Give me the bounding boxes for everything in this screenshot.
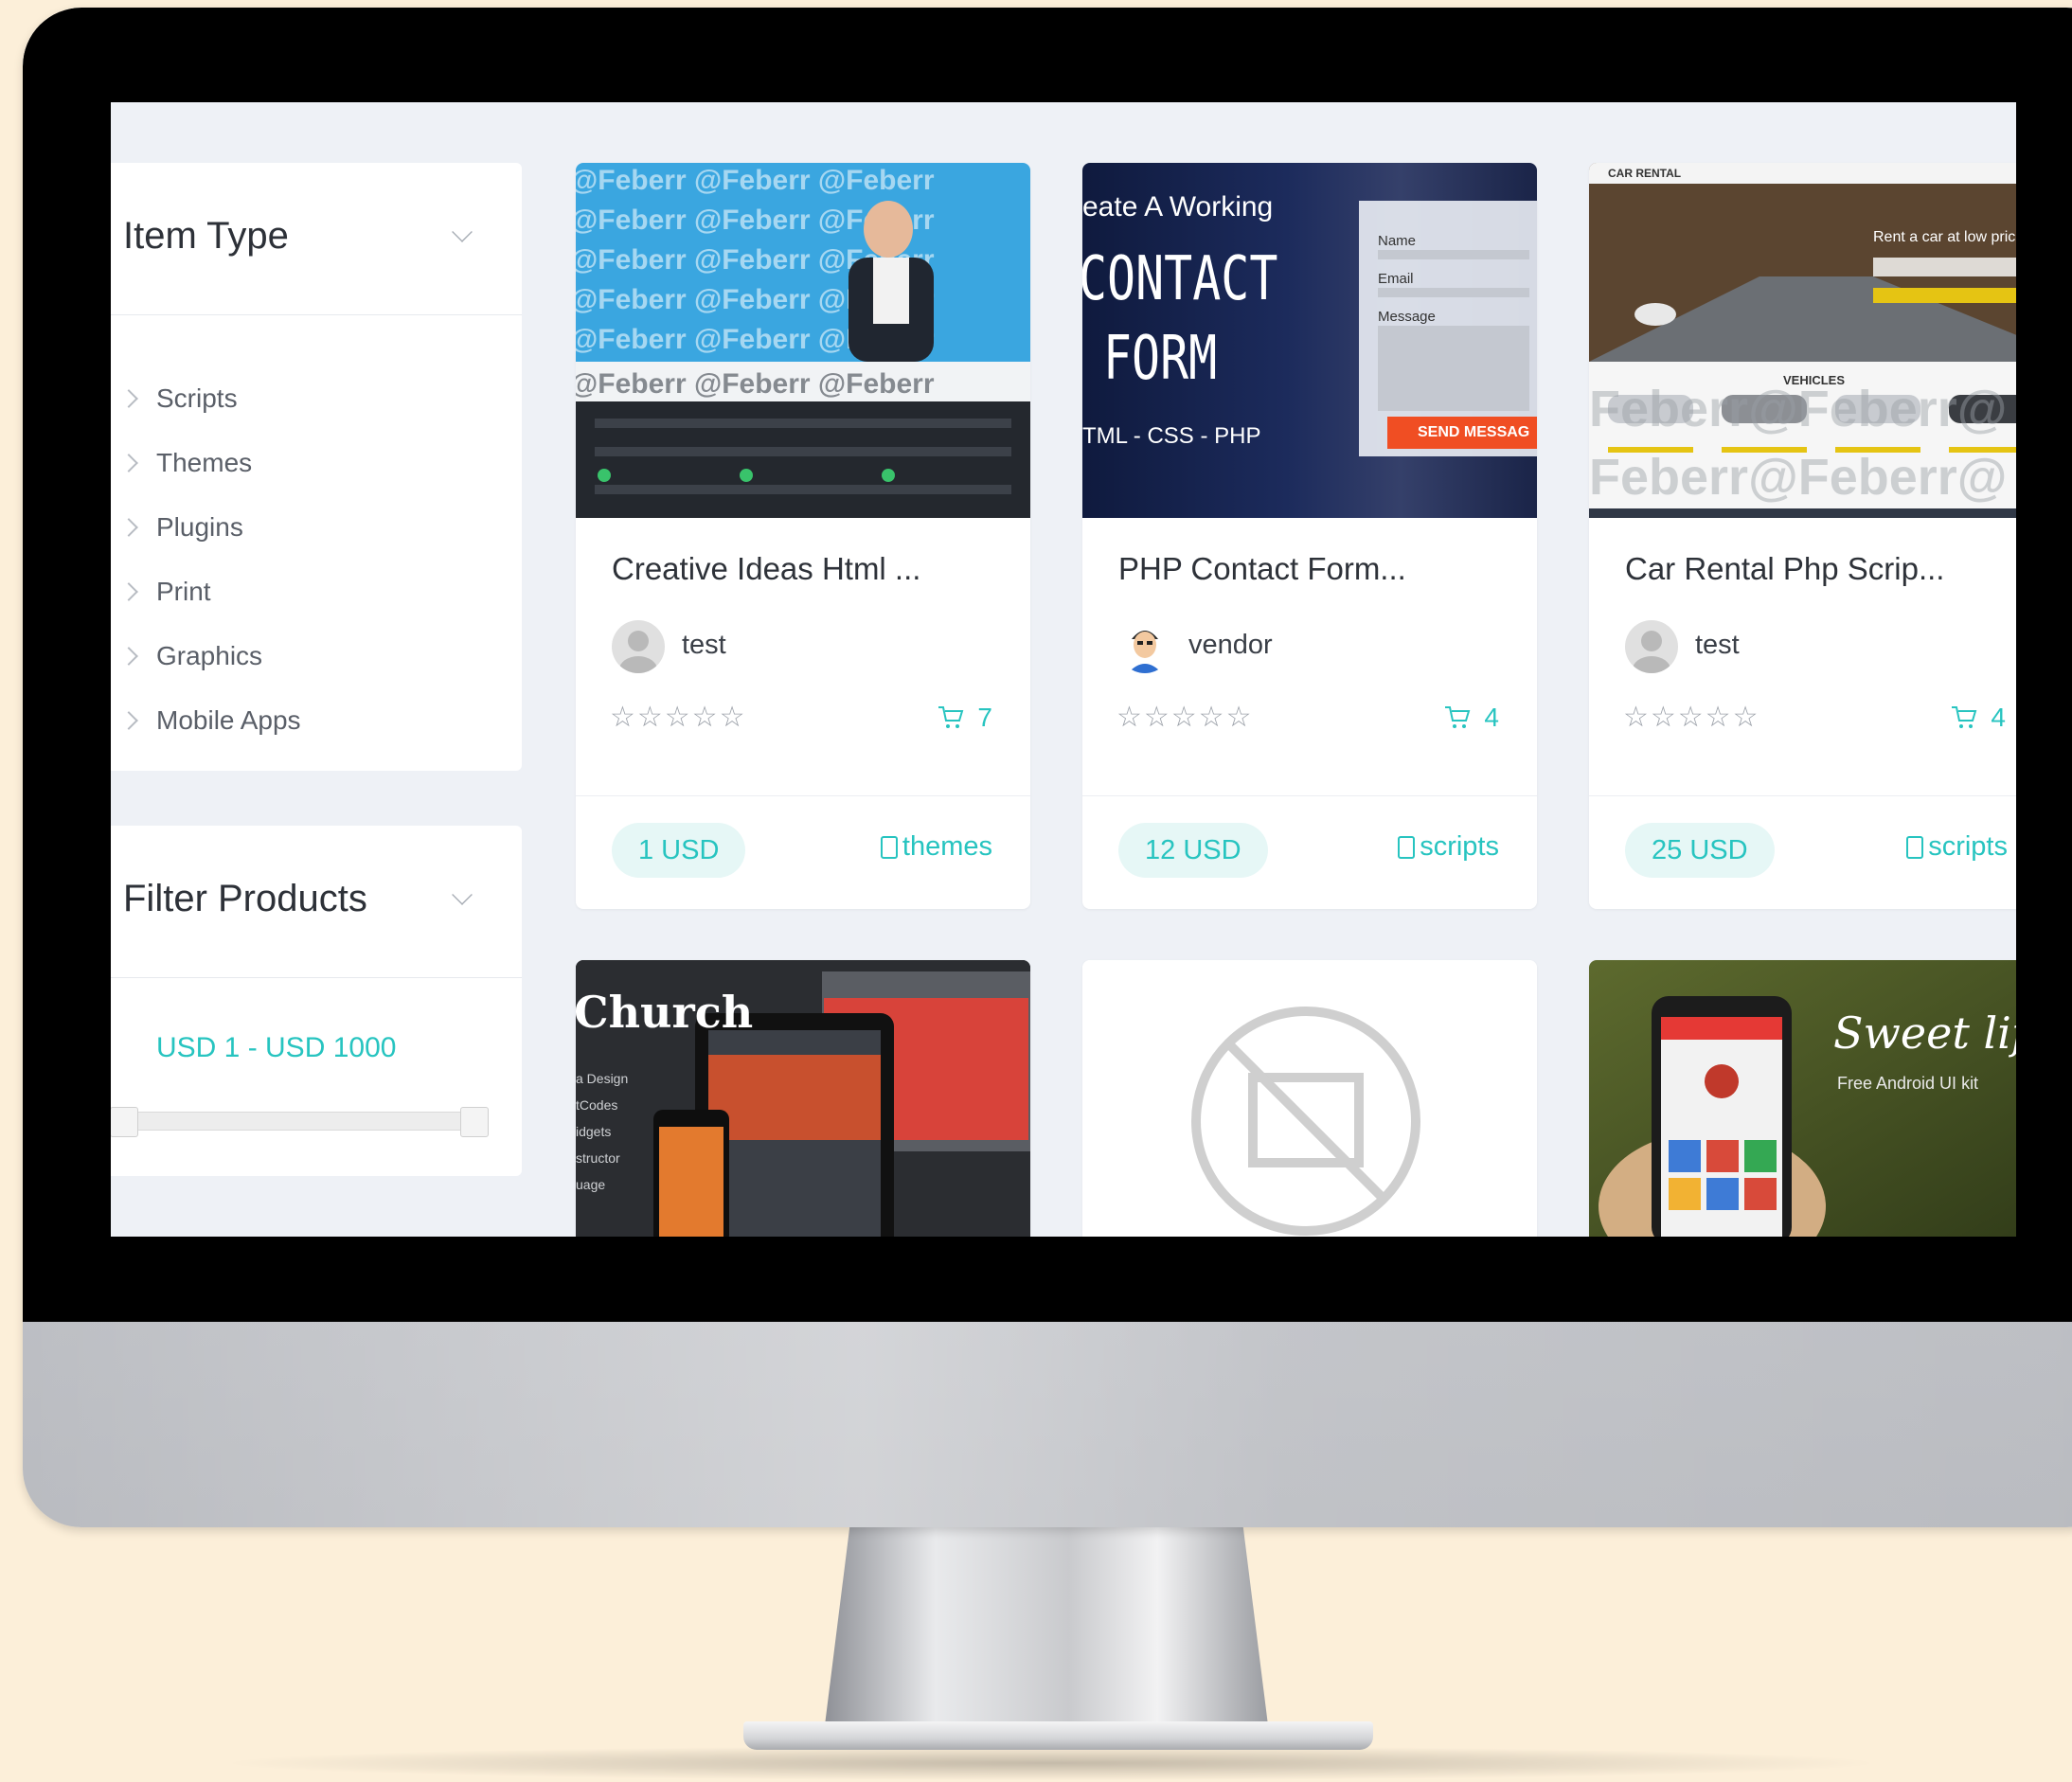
rating-stars: ☆☆☆☆☆ bbox=[1116, 702, 1254, 733]
product-card[interactable]: Sweet life Free Android UI kit bbox=[1589, 960, 2016, 1237]
car-rental-thumbnail: Feberr@Feberr@ Feberr@Feberr@ bbox=[1589, 163, 2016, 518]
product-title[interactable]: Car Rental Php Scrip... bbox=[1625, 551, 1944, 587]
floor-shadow bbox=[152, 1744, 1951, 1782]
category-item-print[interactable]: Print bbox=[111, 560, 301, 624]
thumb-heading: CONTACT bbox=[1082, 244, 1278, 314]
sales-count: 4 bbox=[1444, 703, 1499, 733]
product-thumbnail[interactable]: Sweet life Free Android UI kit bbox=[1589, 960, 2016, 1237]
product-card[interactable]: @Feberr @Feberr @Feberr @Feberr @Feberr … bbox=[576, 163, 1030, 909]
price-range-label: USD 1 - USD 1000 bbox=[156, 1032, 397, 1063]
thumb-form: Name Email Message SEND MESSAG bbox=[1359, 201, 1537, 456]
file-icon bbox=[880, 835, 898, 859]
cart-icon bbox=[1952, 706, 1977, 728]
product-card[interactable]: Feberr@Feberr@ Feberr@Feberr@ CAR RENTAL … bbox=[1589, 163, 2016, 909]
category-link[interactable]: scripts bbox=[1905, 831, 2008, 863]
svg-text:structor: structor bbox=[576, 1150, 620, 1166]
filter-products-title: Filter Products bbox=[123, 878, 367, 919]
chevron-right-icon bbox=[119, 389, 138, 408]
vendor-name[interactable]: test bbox=[1695, 630, 1740, 661]
svg-text:a Design: a Design bbox=[576, 1071, 628, 1086]
category-link[interactable]: themes bbox=[880, 831, 992, 863]
marketplace-screen: Item Type Scripts Themes Plugins Print G… bbox=[111, 102, 2016, 1237]
vendor-name[interactable]: test bbox=[682, 630, 726, 661]
product-thumbnail[interactable]: Feberr@Feberr@ Feberr@Feberr@ CAR RENTAL … bbox=[1589, 163, 2016, 518]
svg-text:uage: uage bbox=[576, 1177, 605, 1192]
filter-products-panel: Filter Products USD 1 - USD 1000 bbox=[111, 826, 522, 1176]
cart-icon bbox=[1445, 706, 1471, 728]
product-thumbnail[interactable]: a Design tCodes idgets structor uage Church bbox=[576, 960, 1030, 1237]
svg-text:tCodes: tCodes bbox=[576, 1097, 617, 1113]
category-item-mobile-apps[interactable]: Mobile Apps bbox=[111, 688, 301, 753]
monitor-stand bbox=[824, 1520, 1269, 1733]
product-title[interactable]: Creative Ideas Html ... bbox=[612, 551, 920, 587]
sales-count: 4 bbox=[1951, 703, 2006, 733]
creative-ideas-thumbnail: @Feberr @Feberr @Feberr @Feberr @Feberr … bbox=[576, 163, 1030, 518]
category-list: Scripts Themes Plugins Print Graphics Mo… bbox=[111, 366, 301, 753]
filter-products-header[interactable]: Filter Products bbox=[111, 826, 522, 978]
thumb-text: eate A Working bbox=[1082, 191, 1274, 223]
vendor-name[interactable]: vendor bbox=[1188, 630, 1273, 661]
chevron-right-icon bbox=[119, 454, 138, 472]
svg-text:Feberr@Feberr@: Feberr@Feberr@ bbox=[1589, 381, 2007, 437]
product-card[interactable] bbox=[1082, 960, 1537, 1237]
product-thumbnail[interactable] bbox=[1082, 960, 1537, 1237]
product-thumbnail[interactable]: eate A Working CONTACT FORM TML - CSS - … bbox=[1082, 163, 1537, 518]
thumb-text: TML - CSS - PHP bbox=[1082, 423, 1261, 449]
svg-text:idgets: idgets bbox=[576, 1124, 611, 1139]
chevron-right-icon bbox=[119, 582, 138, 601]
price-slider-min-handle[interactable] bbox=[111, 1107, 138, 1137]
avatar bbox=[612, 620, 665, 673]
product-card[interactable]: a Design tCodes idgets structor uage Church bbox=[576, 960, 1030, 1237]
chevron-down-icon[interactable] bbox=[452, 222, 473, 242]
svg-text:@Feberr @Feberr @Feberr: @Feberr @Feberr @Feberr bbox=[576, 165, 935, 196]
chevron-right-icon bbox=[119, 647, 138, 666]
avatar bbox=[1118, 620, 1171, 673]
svg-text:@Feberr @Feberr @Feberr: @Feberr @Feberr @Feberr bbox=[576, 368, 935, 400]
sales-count: 7 bbox=[938, 703, 992, 733]
chevron-right-icon bbox=[119, 711, 138, 730]
monitor-chin bbox=[23, 1322, 2072, 1527]
rating-stars: ☆☆☆☆☆ bbox=[1623, 702, 1760, 733]
cart-icon bbox=[938, 706, 964, 728]
category-item-scripts[interactable]: Scripts bbox=[111, 366, 301, 431]
price-badge: 1 USD bbox=[612, 823, 746, 878]
sweet-life-thumbnail bbox=[1589, 960, 2016, 1237]
chevron-right-icon bbox=[119, 518, 138, 537]
monitor-stand-base bbox=[743, 1721, 1373, 1750]
product-title[interactable]: PHP Contact Form... bbox=[1118, 551, 1406, 587]
price-badge: 25 USD bbox=[1625, 823, 1775, 878]
no-image-icon bbox=[1191, 1007, 1420, 1236]
product-card[interactable]: eate A Working CONTACT FORM TML - CSS - … bbox=[1082, 163, 1537, 909]
category-link[interactable]: scripts bbox=[1397, 831, 1499, 863]
divider bbox=[1589, 795, 2016, 796]
category-item-themes[interactable]: Themes bbox=[111, 431, 301, 495]
chevron-down-icon[interactable] bbox=[452, 884, 473, 905]
divider bbox=[576, 795, 1030, 796]
file-icon bbox=[1398, 835, 1416, 859]
item-type-panel: Item Type Scripts Themes Plugins Print G… bbox=[111, 163, 522, 771]
divider bbox=[1082, 795, 1537, 796]
file-icon bbox=[1906, 835, 1924, 859]
avatar bbox=[1625, 620, 1678, 673]
category-item-plugins[interactable]: Plugins bbox=[111, 495, 301, 560]
item-type-header[interactable]: Item Type bbox=[111, 163, 522, 315]
thumb-heading: FORM bbox=[1103, 324, 1218, 394]
product-thumbnail[interactable]: @Feberr @Feberr @Feberr @Feberr @Feberr … bbox=[576, 163, 1030, 518]
price-badge: 12 USD bbox=[1118, 823, 1268, 878]
rating-stars: ☆☆☆☆☆ bbox=[610, 702, 747, 733]
price-slider-max-handle[interactable] bbox=[460, 1107, 489, 1137]
price-slider[interactable] bbox=[111, 1107, 489, 1137]
category-item-graphics[interactable]: Graphics bbox=[111, 624, 301, 688]
svg-text:Feberr@Feberr@: Feberr@Feberr@ bbox=[1589, 449, 2007, 506]
item-type-title: Item Type bbox=[123, 215, 289, 257]
